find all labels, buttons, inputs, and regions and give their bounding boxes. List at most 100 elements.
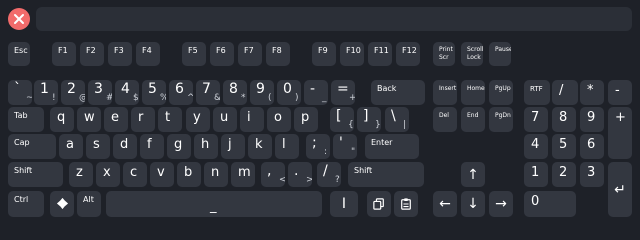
key-backspace[interactable]: Back bbox=[371, 80, 425, 105]
key-e[interactable]: e bbox=[104, 107, 128, 132]
key-f6[interactable]: F6 bbox=[210, 42, 234, 66]
key-numpad-enter[interactable]: ↵ bbox=[608, 162, 632, 217]
key-number-6[interactable]: 6 ^ bbox=[169, 80, 193, 105]
key-r[interactable]: r bbox=[131, 107, 155, 132]
key-system-1[interactable]: Scroll Lock bbox=[461, 42, 483, 66]
key-f4[interactable]: F4 bbox=[136, 42, 160, 66]
key-nav-pgdn[interactable]: PgDn bbox=[489, 107, 513, 132]
key-f3[interactable]: F3 bbox=[108, 42, 132, 66]
key-arrow-left[interactable]: ← bbox=[433, 191, 457, 217]
key-p[interactable]: p bbox=[294, 107, 318, 132]
key-copy[interactable] bbox=[367, 191, 391, 217]
key-f2[interactable]: F2 bbox=[80, 42, 104, 66]
key-f12[interactable]: F12 bbox=[396, 42, 420, 66]
key-caps[interactable]: Cap bbox=[8, 134, 56, 159]
key-numpad-3[interactable]: 3 bbox=[580, 162, 604, 187]
key-t[interactable]: t bbox=[158, 107, 182, 132]
key-numpad-plus[interactable]: + bbox=[608, 107, 632, 159]
key-nav-home[interactable]: Home bbox=[461, 80, 485, 105]
key-f11[interactable]: F11 bbox=[368, 42, 392, 66]
key-w[interactable]: w bbox=[77, 107, 101, 132]
key-number-7[interactable]: 7& bbox=[196, 80, 220, 105]
key-numpad-2[interactable]: 2 bbox=[552, 162, 576, 187]
key-y[interactable]: y bbox=[186, 107, 210, 132]
key-number-1[interactable]: 1! bbox=[34, 80, 58, 105]
key-numpad-top-3[interactable]: - bbox=[608, 80, 632, 105]
key-punct-1[interactable]: . > bbox=[288, 162, 312, 187]
key-punct-2[interactable]: /? bbox=[317, 162, 341, 187]
key-arrow-up[interactable]: ↑ bbox=[461, 162, 485, 187]
key-numpad-top-2[interactable]: * bbox=[580, 80, 604, 105]
key-system-0[interactable]: Print Scr bbox=[433, 42, 455, 66]
key-cursor[interactable]: I bbox=[330, 191, 358, 217]
key-f8[interactable]: F8 bbox=[266, 42, 290, 66]
key-m[interactable]: m bbox=[231, 162, 255, 187]
key-f[interactable]: f bbox=[140, 134, 164, 159]
key-arrow-right[interactable]: → bbox=[489, 191, 513, 217]
key-nav-pgup[interactable]: PgUp bbox=[489, 80, 513, 105]
key-nav-insert[interactable]: Insert bbox=[433, 80, 457, 105]
key-k[interactable]: k bbox=[248, 134, 272, 159]
key-i[interactable]: i bbox=[240, 107, 264, 132]
key-alt[interactable]: Alt bbox=[77, 191, 101, 217]
key-numpad-top-0[interactable]: RTF bbox=[524, 80, 550, 105]
key-j[interactable]: j bbox=[221, 134, 245, 159]
close-button[interactable] bbox=[8, 8, 30, 30]
key-bracket-0[interactable]: [{ bbox=[330, 107, 354, 132]
key-numpad-top-1[interactable]: / bbox=[552, 80, 578, 105]
key-q[interactable]: q bbox=[50, 107, 74, 132]
key-f5[interactable]: F5 bbox=[182, 42, 206, 66]
key-s[interactable]: s bbox=[86, 134, 110, 159]
key-z[interactable]: z bbox=[69, 162, 93, 187]
key-number-11[interactable]: - _ bbox=[304, 80, 328, 105]
key-win[interactable] bbox=[50, 191, 74, 217]
key-arrow-down[interactable]: ↓ bbox=[461, 191, 485, 217]
key-f7[interactable]: F7 bbox=[238, 42, 262, 66]
key-semicolon-1[interactable]: ' " bbox=[333, 134, 357, 159]
key-bracket-2[interactable]: \ | bbox=[385, 107, 409, 132]
key-number-9[interactable]: 9( bbox=[250, 80, 274, 105]
key-right-shift[interactable]: Shift bbox=[348, 162, 424, 187]
key-numpad-8[interactable]: 8 bbox=[552, 107, 576, 132]
key-space[interactable]: _ bbox=[106, 191, 322, 217]
key-semicolon-0[interactable]: ;: bbox=[306, 134, 330, 159]
key-numpad-7[interactable]: 7 bbox=[524, 107, 548, 132]
key-numpad-6[interactable]: 6 bbox=[580, 134, 604, 159]
key-g[interactable]: g bbox=[167, 134, 191, 159]
key-tab[interactable]: Tab bbox=[8, 107, 44, 132]
key-number-10[interactable]: 0) bbox=[277, 80, 301, 105]
key-number-12[interactable]: = + bbox=[331, 80, 355, 105]
key-number-5[interactable]: 5% bbox=[142, 80, 166, 105]
key-system-2[interactable]: Pause bbox=[489, 42, 511, 66]
key-a[interactable]: a bbox=[59, 134, 83, 159]
key-v[interactable]: v bbox=[150, 162, 174, 187]
key-punct-0[interactable]: , < bbox=[261, 162, 285, 187]
key-number-2[interactable]: 2@ bbox=[61, 80, 85, 105]
key-x[interactable]: x bbox=[96, 162, 120, 187]
key-d[interactable]: d bbox=[113, 134, 137, 159]
key-enter[interactable]: Enter bbox=[365, 134, 419, 159]
key-f1[interactable]: F1 bbox=[52, 42, 76, 66]
key-numpad-5[interactable]: 5 bbox=[552, 134, 576, 159]
key-left-shift[interactable]: Shift bbox=[8, 162, 63, 187]
key-numpad-1[interactable]: 1 bbox=[524, 162, 548, 187]
key-esc[interactable]: Esc bbox=[8, 42, 30, 66]
key-paste[interactable] bbox=[394, 191, 418, 217]
key-number-0[interactable]: ` ~ bbox=[8, 80, 32, 105]
key-ctrl[interactable]: Ctrl bbox=[8, 191, 44, 217]
key-number-4[interactable]: 4 $ bbox=[115, 80, 139, 105]
key-b[interactable]: b bbox=[177, 162, 201, 187]
key-numpad-9[interactable]: 9 bbox=[580, 107, 604, 132]
key-number-3[interactable]: 3# bbox=[88, 80, 112, 105]
key-o[interactable]: o bbox=[267, 107, 291, 132]
key-f9[interactable]: F9 bbox=[312, 42, 336, 66]
key-nav-end[interactable]: End bbox=[461, 107, 485, 132]
key-numpad-0[interactable]: 0 bbox=[524, 191, 576, 217]
text-display[interactable] bbox=[36, 7, 632, 31]
key-l[interactable]: l bbox=[275, 134, 299, 159]
key-numpad-4[interactable]: 4 bbox=[524, 134, 548, 159]
key-c[interactable]: c bbox=[123, 162, 147, 187]
key-u[interactable]: u bbox=[213, 107, 237, 132]
key-nav-del[interactable]: Del bbox=[433, 107, 457, 132]
key-n[interactable]: n bbox=[204, 162, 228, 187]
